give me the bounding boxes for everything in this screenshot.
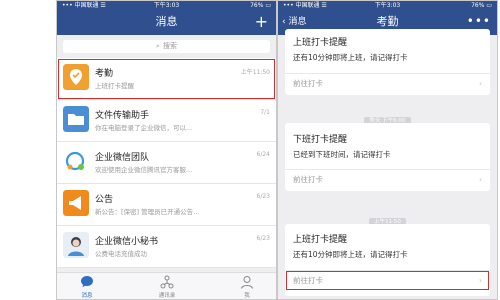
secretary-icon <box>63 232 89 258</box>
go-clock-in-button[interactable]: 前往打卡 › <box>285 270 490 291</box>
action-label: 前往打卡 <box>293 276 323 285</box>
message-icon <box>81 276 93 288</box>
battery-indicator: 76% ▭ <box>250 2 271 9</box>
more-button[interactable]: ••• <box>467 11 491 31</box>
conversation-name: 公告 <box>95 195 114 205</box>
search-icon: ⌕ <box>156 42 160 50</box>
battery-indicator: 76% ▭ <box>471 2 492 9</box>
conversation-attendance[interactable]: 考勤 上班打卡提醒 上午11:50 <box>57 58 276 100</box>
conversation-time: 6/23 <box>256 235 270 242</box>
conversation-name: 企业微信小秘书 <box>95 237 159 247</box>
tab-bar: 消息 通讯录 我 <box>57 272 276 299</box>
folder-icon <box>63 106 89 132</box>
add-button[interactable]: + <box>255 12 268 32</box>
conversation-time: 6/24 <box>256 151 270 158</box>
conversation-name: 文件传输助手 <box>95 111 150 121</box>
clock: 下午3:03 <box>374 2 401 9</box>
go-clock-in-button[interactable]: 前往打卡 › <box>285 73 490 93</box>
card-title: 上班打卡提醒 <box>293 235 348 245</box>
conversation-preview: 上班打卡提醒 <box>95 82 134 90</box>
tab-contacts[interactable]: 通讯录 <box>147 275 187 299</box>
conversation-name: 企业微信团队 <box>95 153 150 163</box>
profile-icon <box>241 276 253 289</box>
conversation-preview: 你在电脑登录了企业微信，可以... <box>95 124 193 132</box>
tab-label: 我 <box>244 293 250 299</box>
card-title: 上班打卡提醒 <box>293 38 348 48</box>
go-clock-in-button[interactable]: 前往打卡 › <box>285 169 490 189</box>
reminder-card: 上班打卡提醒 还有10分钟即将上班，请记得打卡 前往打卡 › <box>285 224 490 296</box>
contacts-icon <box>160 275 174 289</box>
conversation-preview: 新公告：[保密] 管理员已开通公告... <box>95 208 200 216</box>
reminder-card: 下班打卡提醒 已经到下班时间，请记得打卡 前往打卡 › <box>285 123 490 191</box>
action-label: 前往打卡 <box>293 79 323 88</box>
card-body: 已经到下班时间，请记得打卡 <box>293 150 391 159</box>
attendance-icon <box>63 64 89 90</box>
chevron-right-icon: › <box>479 276 482 285</box>
action-label: 前往打卡 <box>293 175 323 184</box>
conversation-time: 6/23 <box>256 193 270 200</box>
search-bar[interactable]: ⌕ 搜索 <box>63 40 270 53</box>
conversation-secretary[interactable]: 企业微信小秘书 公费电话充值成功 6/23 <box>57 226 276 268</box>
card-body: 还有10分钟即将上班，请记得打卡 <box>293 53 408 62</box>
tab-messages[interactable]: 消息 <box>67 275 107 299</box>
conversation-name: 考勤 <box>95 69 114 79</box>
conversation-team[interactable]: 企业微信团队 欢迎使用企业微信腾讯官方客服... 6/24 <box>57 142 276 184</box>
messages-screen: ••• 中国联通 ☰ 下午3:03 76% ▭ 消息 + ⌕ 搜索 考勤 上班打卡… <box>56 0 277 300</box>
chevron-right-icon: › <box>479 79 482 88</box>
conversation-list: 考勤 上班打卡提醒 上午11:50 文件传输助手 你在电脑登录了企业微信，可以.… <box>57 58 276 268</box>
tab-label: 消息 <box>81 293 93 299</box>
page-title: 消息 <box>155 15 178 28</box>
chat-area: 上班打卡提醒 还有10分钟即将上班，请记得打卡 前往打卡 › 昨天 下午6:00… <box>278 29 497 299</box>
conversation-preview: 公费电话充值成功 <box>95 250 147 258</box>
search-placeholder: 搜索 <box>162 42 177 50</box>
status-bar: ••• 中国联通 ☰ 下午3:03 76% ▭ <box>57 1 276 11</box>
reminder-card: 上班打卡提醒 还有10分钟即将上班，请记得打卡 前往打卡 › <box>285 29 490 95</box>
tab-me[interactable]: 我 <box>227 275 267 299</box>
status-bar: ••• 中国联通 ☰ 下午3:03 76% ▭ <box>278 1 497 11</box>
conversation-time: 7/1 <box>260 109 270 116</box>
attendance-chat-screen: ••• 中国联通 ☰ 下午3:03 76% ▭ ‹ 消息 考勤 ••• 上班打卡… <box>277 0 498 300</box>
nav-bar: 消息 + <box>57 11 276 35</box>
tab-label: 通讯录 <box>158 293 176 299</box>
card-body: 还有10分钟即将上班，请记得打卡 <box>293 250 408 259</box>
conversation-announcement[interactable]: 公告 新公告：[保密] 管理员已开通公告... 6/23 <box>57 184 276 226</box>
card-title: 下班打卡提醒 <box>293 135 348 145</box>
clock: 下午3:03 <box>153 2 180 9</box>
chevron-right-icon: › <box>479 175 482 184</box>
conversation-file-transfer[interactable]: 文件传输助手 你在电脑登录了企业微信，可以... 7/1 <box>57 100 276 142</box>
megaphone-icon <box>63 190 89 216</box>
conversation-preview: 欢迎使用企业微信腾讯官方客服... <box>95 166 193 174</box>
team-chat-icon <box>63 148 89 174</box>
conversation-time: 上午11:50 <box>240 69 270 76</box>
